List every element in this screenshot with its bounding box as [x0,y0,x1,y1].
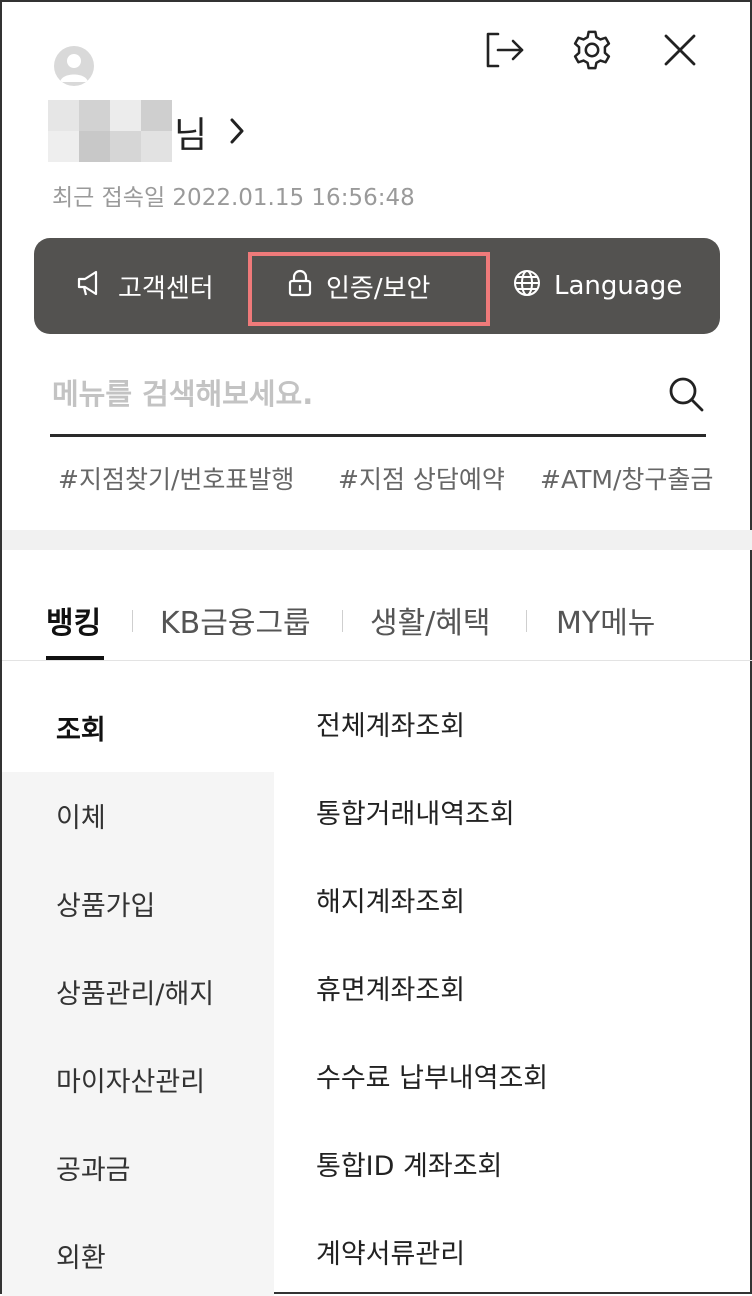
globe-icon [512,268,542,305]
tab-kb-group[interactable]: KB금융그룹 [160,598,311,642]
logout-icon[interactable] [482,28,526,72]
sidebar-item-product-signup[interactable]: 상품가입 [56,884,155,923]
customer-center-label: 고객센터 [118,273,214,304]
active-category-bg [2,682,274,772]
submenu-item-contract-docs[interactable]: 계약서류관리 [316,1232,465,1271]
close-icon[interactable] [658,28,702,72]
highlight-box [248,252,490,326]
megaphone-icon [76,268,106,305]
chevron-right-icon[interactable] [226,114,248,152]
last-login-text: 최근 접속일 2022.01.15 16:56:48 [52,185,415,211]
sidebar-item-transfer[interactable]: 이체 [56,796,106,835]
submenu-item-dormant-accounts[interactable]: 휴면계좌조회 [316,968,465,1007]
tab-separator [342,610,343,632]
customer-center-button[interactable]: 고객센터 [76,238,214,334]
submenu-item-all-accounts[interactable]: 전체계좌조회 [316,704,465,743]
tag-branch-reservation[interactable]: #지점 상담예약 [338,460,505,496]
sidebar-item-foreign-exchange[interactable]: 외환 [56,1236,106,1275]
search-icon[interactable] [666,374,706,418]
tab-life-benefits[interactable]: 생활/혜택 [370,598,491,642]
sidebar-item-utility-bills[interactable]: 공과금 [56,1148,131,1187]
tabs-border [2,660,752,661]
tag-atm-withdrawal[interactable]: #ATM/창구출금 [540,460,713,496]
section-divider [2,530,752,550]
search-underline [50,434,706,437]
submenu-item-closed-accounts[interactable]: 해지계좌조회 [316,880,465,919]
user-suffix[interactable]: 님 [174,106,207,158]
sidebar-item-my-assets[interactable]: 마이자산관리 [56,1060,205,1099]
submenu-item-transactions[interactable]: 통합거래내역조회 [316,792,515,831]
language-button[interactable]: Language [512,238,682,334]
sidebar-item-inquiry[interactable]: 조회 [56,708,106,747]
search-input[interactable] [52,372,652,416]
gear-icon[interactable] [570,28,614,72]
tab-my-menu[interactable]: MY메뉴 [556,598,655,642]
tab-separator [526,610,527,632]
submenu-item-integrated-id[interactable]: 통합ID 계좌조회 [316,1144,502,1183]
masked-username[interactable] [48,100,172,162]
avatar[interactable] [54,46,94,86]
language-label: Language [554,271,683,301]
tab-separator [132,610,133,632]
tab-banking[interactable]: 뱅킹 [46,598,101,642]
sidebar-item-product-manage[interactable]: 상품관리/해지 [56,972,214,1011]
submenu-item-fee-history[interactable]: 수수료 납부내역조회 [316,1056,548,1095]
tag-branch-finder[interactable]: #지점찾기/번호표발행 [58,460,294,496]
